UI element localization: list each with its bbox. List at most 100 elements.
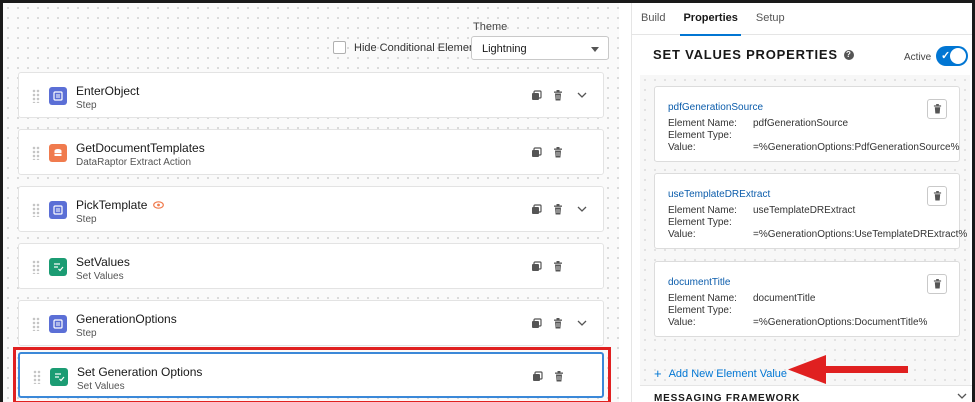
theme-select-value: Lightning	[482, 43, 527, 55]
step-card[interactable]: GenerationOptions Step	[18, 300, 604, 346]
value-label: Value:	[668, 229, 696, 240]
drag-handle-icon[interactable]	[32, 260, 40, 274]
properties-panel: Build Properties Setup SET VALUES PROPER…	[631, 3, 972, 402]
delete-element-button[interactable]	[927, 99, 947, 119]
chevron-down-icon[interactable]	[575, 88, 589, 102]
element-type-label: Element Type:	[668, 305, 732, 316]
panel-tabs: Build Properties Setup	[632, 3, 972, 36]
step-title: SetValues	[76, 255, 130, 269]
value-row: Value: =%GenerationOptions:PdfGenerationS…	[668, 142, 960, 153]
trash-icon[interactable]	[551, 145, 565, 159]
drag-handle-icon[interactable]	[32, 89, 40, 103]
element-type-row: Element Type:	[668, 305, 732, 316]
caret-down-icon	[591, 47, 599, 52]
drag-handle-icon[interactable]	[32, 203, 40, 217]
tab-setup[interactable]: Setup	[747, 3, 794, 35]
chevron-down-icon[interactable]	[575, 202, 589, 216]
set-values-icon	[49, 258, 67, 276]
step-icon	[49, 201, 67, 219]
active-toggle[interactable]: ✓	[936, 46, 968, 66]
hide-conditional-toggle[interactable]: Hide Conditional Elements	[333, 41, 484, 54]
element-name-row: Element Name: pdfGenerationSource	[668, 118, 848, 129]
element-name-row: Element Name: useTemplateDRExtract	[668, 205, 855, 216]
step-card[interactable]: PickTemplate Step	[18, 186, 604, 232]
step-subtitle: Step	[76, 214, 97, 225]
hide-conditional-label: Hide Conditional Elements	[354, 41, 484, 54]
element-name-row: Element Name: documentTitle	[668, 293, 815, 304]
step-card[interactable]: EnterObject Step	[18, 72, 604, 118]
element-type-row: Element Type:	[668, 217, 732, 228]
clone-icon[interactable]	[529, 259, 543, 273]
element-name-value: useTemplateDRExtract	[753, 205, 856, 216]
dataraptor-icon	[49, 144, 67, 162]
step-title: EnterObject	[76, 84, 140, 98]
element-name-label: Element Name:	[668, 118, 737, 129]
element-type-row: Element Type:	[668, 130, 732, 141]
clone-icon[interactable]	[529, 145, 543, 159]
step-subtitle: Set Values	[76, 271, 124, 282]
theme-label: Theme	[473, 21, 508, 33]
element-name-value: pdfGenerationSource	[753, 118, 849, 129]
add-element-value-link[interactable]: + Add New Element Value	[654, 366, 787, 381]
step-title: PickTemplate	[76, 198, 165, 212]
drag-handle-icon[interactable]	[32, 317, 40, 331]
element-value-text: =%GenerationOptions:UseTemplateDRExtract…	[753, 229, 968, 240]
element-value-card: useTemplateDRExtract Element Name: useTemp…	[654, 173, 967, 249]
element-value-name-link[interactable]: useTemplateDRExtract	[668, 189, 770, 200]
value-label: Value:	[668, 317, 696, 328]
add-element-value-label: Add New Element Value	[668, 367, 788, 380]
app-frame: Theme Hide Conditional Elements Lightnin…	[3, 3, 972, 402]
element-value-name-link[interactable]: pdfGenerationSource	[668, 102, 763, 113]
trash-icon[interactable]	[551, 202, 565, 216]
clone-icon[interactable]	[529, 316, 543, 330]
check-icon: ✓	[941, 50, 951, 62]
step-title: GetDocumentTemplates	[76, 141, 205, 155]
messaging-framework-label: MESSAGING FRAMEWORK	[654, 393, 801, 402]
value-label: Value:	[668, 142, 696, 153]
arrow-annotation-icon	[788, 355, 908, 384]
trash-icon[interactable]	[551, 259, 565, 273]
element-value-card: documentTitle Element Name: documentTitle E…	[654, 261, 960, 337]
toggle-knob	[950, 48, 966, 64]
hide-conditional-checkbox[interactable]	[333, 41, 346, 54]
eye-icon	[153, 201, 165, 209]
clone-icon[interactable]	[529, 202, 543, 216]
delete-element-button[interactable]	[927, 186, 947, 206]
element-values-area: pdfGenerationSource Element Name: pdfGener…	[640, 75, 970, 385]
chevron-down-icon	[957, 393, 967, 399]
step-card[interactable]: GetDocumentTemplates DataRaptor Extract A…	[18, 129, 604, 175]
step-icon	[49, 87, 67, 105]
element-value-text: =%GenerationOptions:DocumentTitle%	[753, 317, 928, 328]
plus-icon: +	[654, 366, 662, 381]
element-name-label: Element Name:	[668, 293, 737, 304]
highlight-annotation	[13, 347, 611, 402]
step-icon	[49, 315, 67, 333]
step-title: GenerationOptions	[76, 312, 177, 326]
element-name-value: documentTitle	[753, 293, 816, 304]
flow-canvas: Theme Hide Conditional Elements Lightnin…	[3, 3, 619, 402]
step-subtitle: Step	[76, 328, 97, 339]
value-row: Value: =%GenerationOptions:DocumentTitle%	[668, 317, 927, 328]
help-icon[interactable]: ?	[843, 49, 854, 60]
element-value-card: pdfGenerationSource Element Name: pdfGener…	[654, 86, 960, 162]
element-value-name-link[interactable]: documentTitle	[668, 277, 730, 288]
element-type-label: Element Type:	[668, 130, 732, 141]
theme-select[interactable]: Lightning	[471, 36, 609, 60]
trash-icon[interactable]	[551, 316, 565, 330]
properties-title-text: SET VALUES PROPERTIES	[653, 47, 838, 62]
clone-icon[interactable]	[529, 88, 543, 102]
tab-build[interactable]: Build	[632, 3, 674, 35]
step-card[interactable]: SetValues Set Values	[18, 243, 604, 289]
active-label: Active	[904, 52, 932, 63]
delete-element-button[interactable]	[927, 274, 947, 294]
tab-properties[interactable]: Properties	[674, 3, 746, 36]
value-row: Value: =%GenerationOptions:UseTemplateDRE…	[668, 229, 967, 240]
drag-handle-icon[interactable]	[32, 146, 40, 160]
element-type-label: Element Type:	[668, 217, 732, 228]
properties-title: SET VALUES PROPERTIES ?	[653, 47, 854, 62]
trash-icon[interactable]	[551, 88, 565, 102]
step-subtitle: Step	[76, 100, 97, 111]
step-subtitle: DataRaptor Extract Action	[76, 157, 192, 168]
messaging-framework-section[interactable]: MESSAGING FRAMEWORK	[640, 385, 972, 402]
chevron-down-icon[interactable]	[575, 316, 589, 330]
